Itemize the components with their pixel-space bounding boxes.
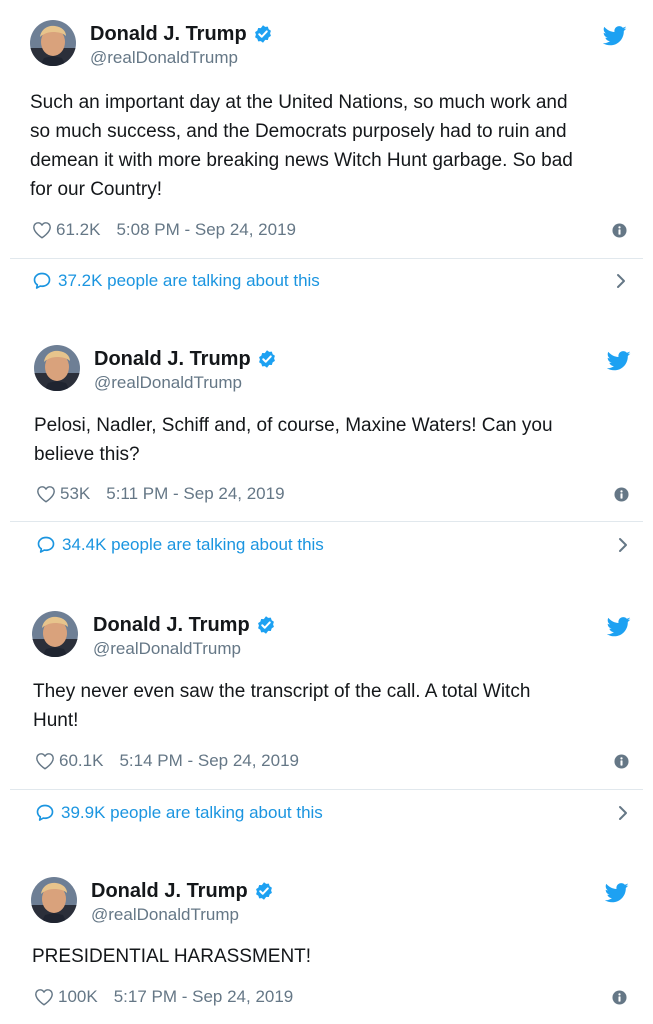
avatar[interactable] (30, 20, 76, 66)
info-icon[interactable] (612, 990, 627, 1005)
user-handle[interactable]: @realDonaldTrump (93, 639, 241, 659)
twitter-bird-icon[interactable] (607, 617, 631, 637)
chevron-right-icon (615, 272, 627, 290)
tweet-text-line: believe this? (34, 444, 140, 465)
heart-icon[interactable] (35, 752, 55, 770)
like-count: 53K (60, 484, 91, 503)
conversation-link[interactable]: 37.2K people are talking about this (32, 271, 627, 291)
info-icon[interactable] (614, 754, 629, 769)
speech-bubble-icon (32, 271, 52, 291)
info-icon[interactable] (614, 487, 629, 502)
avatar[interactable] (32, 611, 78, 657)
conversation-count: 34.4K people are talking about this (62, 535, 324, 554)
tweet-text: PRESIDENTIAL HARASSMENT! (32, 942, 632, 971)
like-count: 61.2K (56, 220, 101, 239)
user-handle[interactable]: @realDonaldTrump (94, 373, 242, 393)
author-row: Donald J. Trump (93, 613, 276, 637)
tweet-meta: 61.2K 5:08 PM - Sep 24, 2019 (32, 220, 296, 240)
tweet-meta: 60.1K 5:14 PM - Sep 24, 2019 (35, 751, 299, 771)
tweet-meta: 100K 5:17 PM - Sep 24, 2019 (34, 987, 293, 1007)
tweet-text-line: Pelosi, Nadler, Schiff and, of course, M… (34, 415, 553, 436)
tweet-text: They never even saw the transcript of th… (33, 677, 633, 735)
timestamp-link[interactable]: 5:11 PM - Sep 24, 2019 (106, 484, 284, 504)
divider (10, 521, 643, 522)
tweet-text-line: for our Country! (30, 179, 162, 200)
timestamp-link[interactable]: 5:17 PM - Sep 24, 2019 (114, 987, 294, 1007)
info-icon[interactable] (612, 223, 627, 238)
tweet-text: Such an important day at the United Nati… (30, 88, 630, 204)
verified-badge-icon (254, 881, 274, 901)
author-row: Donald J. Trump (90, 22, 273, 46)
avatar[interactable] (31, 877, 77, 923)
verified-badge-icon (257, 349, 277, 369)
conversation-count: 39.9K people are talking about this (61, 803, 323, 822)
speech-bubble-icon (35, 803, 55, 823)
chevron-right-icon (617, 804, 629, 822)
twitter-bird-icon[interactable] (603, 26, 627, 46)
tweet-text-line: Such an important day at the United Nati… (30, 92, 568, 113)
heart-icon[interactable] (32, 221, 52, 239)
chevron-right-icon (617, 536, 629, 554)
avatar[interactable] (34, 345, 80, 391)
twitter-bird-icon[interactable] (605, 883, 629, 903)
conversation-link[interactable]: 39.9K people are talking about this (35, 803, 629, 823)
timestamp-link[interactable]: 5:14 PM - Sep 24, 2019 (119, 751, 299, 771)
display-name[interactable]: Donald J. Trump (93, 614, 250, 637)
tweet-text: Pelosi, Nadler, Schiff and, of course, M… (34, 411, 634, 469)
display-name[interactable]: Donald J. Trump (91, 880, 248, 903)
tweet-text-line: demean it with more breaking news Witch … (30, 150, 573, 171)
divider (10, 789, 643, 790)
like-count: 100K (58, 987, 98, 1006)
verified-badge-icon (253, 24, 273, 44)
heart-icon[interactable] (34, 988, 54, 1006)
display-name[interactable]: Donald J. Trump (90, 23, 247, 46)
verified-badge-icon (256, 615, 276, 635)
tweet-text-line: Hunt! (33, 710, 79, 731)
tweet-text-line: They never even saw the transcript of th… (33, 681, 531, 702)
twitter-bird-icon[interactable] (607, 351, 631, 371)
tweet-meta: 53K 5:11 PM - Sep 24, 2019 (36, 484, 285, 504)
conversation-link[interactable]: 34.4K people are talking about this (36, 535, 629, 555)
author-row: Donald J. Trump (94, 347, 277, 371)
display-name[interactable]: Donald J. Trump (94, 348, 251, 371)
divider (10, 258, 643, 259)
tweet-text-line: so much success, and the Democrats purpo… (30, 121, 567, 142)
timestamp-link[interactable]: 5:08 PM - Sep 24, 2019 (116, 220, 296, 240)
like-count: 60.1K (59, 751, 104, 770)
conversation-count: 37.2K people are talking about this (58, 271, 320, 290)
user-handle[interactable]: @realDonaldTrump (91, 905, 239, 925)
author-row: Donald J. Trump (91, 879, 274, 903)
user-handle[interactable]: @realDonaldTrump (90, 48, 238, 68)
heart-icon[interactable] (36, 485, 56, 503)
tweet-text-line: PRESIDENTIAL HARASSMENT! (32, 946, 312, 967)
speech-bubble-icon (36, 535, 56, 555)
